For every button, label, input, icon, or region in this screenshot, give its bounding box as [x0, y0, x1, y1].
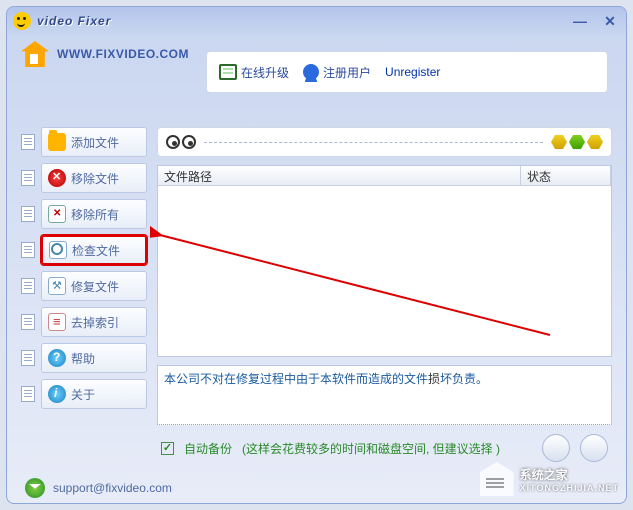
message-hot: 损	[428, 372, 440, 386]
message-prefix: 本公司不对在修复过程中由于本软件而造成的文件	[164, 372, 428, 386]
sidebar-item-label: 去掉索引	[71, 314, 119, 331]
remove-file-button[interactable]: 移除文件	[41, 163, 147, 193]
bottom-row: 自动备份 (这样会花费较多的时间和磁盘空间, 但建议选择 )	[157, 433, 612, 463]
home-icon	[21, 41, 49, 67]
index-icon	[48, 313, 66, 331]
sidebar-item-label: 添加文件	[71, 134, 119, 151]
remove-icon	[48, 169, 66, 187]
help-icon	[48, 349, 66, 367]
app-smiley-icon	[13, 12, 31, 30]
doc-icon	[21, 350, 35, 366]
user-icon	[303, 64, 319, 80]
sidebar-item-label: 移除文件	[71, 170, 119, 187]
col-status[interactable]: 状态	[521, 166, 611, 185]
about-button[interactable]: 关于	[41, 379, 147, 409]
title-bar: video Fixer — ✕	[7, 7, 626, 35]
window-title: video Fixer	[37, 14, 111, 28]
watermark-title: 系统之家	[520, 466, 619, 483]
doc-icon	[21, 242, 35, 258]
message-panel: 本公司不对在修复过程中由于本软件而造成的文件损坏负责。	[157, 365, 612, 425]
mail-icon	[25, 478, 45, 498]
round-button-1[interactable]	[542, 434, 570, 462]
upgrade-label: 在线升级	[241, 64, 289, 81]
fix-file-button[interactable]: 修复文件	[41, 271, 147, 301]
unregister-button[interactable]: Unregister	[385, 65, 440, 79]
auto-backup-label: 自动备份	[184, 440, 232, 457]
add-file-button[interactable]: 添加文件	[41, 127, 147, 157]
repair-icon	[48, 277, 66, 295]
sidebar-item-label: 检查文件	[72, 242, 120, 259]
main-panel: 文件路径 状态 本公司不对在修复过程中由于本软件而造成的文件损坏负责。 自动备份…	[157, 75, 612, 463]
remove-all-button[interactable]: 移除所有	[41, 199, 147, 229]
sidebar-item-label: 修复文件	[71, 278, 119, 295]
register-user-button[interactable]: 注册用户	[303, 64, 371, 81]
eyes-icon	[166, 135, 196, 149]
message-suffix: 坏负责。	[440, 372, 488, 386]
online-upgrade-button[interactable]: 在线升级	[219, 64, 289, 81]
help-button[interactable]: 帮助	[41, 343, 147, 373]
doc-icon	[21, 170, 35, 186]
minimize-button[interactable]: —	[570, 13, 590, 29]
support-email[interactable]: support@fixvideo.com	[53, 481, 172, 495]
check-file-button[interactable]: 检查文件	[41, 235, 147, 265]
col-filepath[interactable]: 文件路径	[158, 166, 521, 185]
doc-icon	[21, 206, 35, 222]
watermark: 系统之家 XITONGZHIJIA.NET	[480, 462, 619, 496]
sidebar-item-label: 关于	[71, 386, 95, 403]
watermark-sub: XITONGZHIJIA.NET	[520, 483, 619, 493]
doc-icon	[21, 278, 35, 294]
backup-hint: (这样会花费较多的时间和磁盘空间, 但建议选择 )	[242, 440, 500, 457]
sidebar-item-label: 帮助	[71, 350, 95, 367]
info-icon	[48, 385, 66, 403]
top-toolbar: 在线升级 注册用户 Unregister	[206, 51, 608, 93]
magnifier-icon	[49, 241, 67, 259]
sidebar-item-label: 移除所有	[71, 206, 119, 223]
close-button[interactable]: ✕	[600, 13, 620, 29]
doc-icon	[21, 134, 35, 150]
round-button-2[interactable]	[580, 434, 608, 462]
register-label: 注册用户	[323, 64, 371, 81]
unregister-label: Unregister	[385, 65, 440, 79]
status-bar	[157, 127, 612, 157]
doc-icon	[21, 386, 35, 402]
file-list[interactable]: 文件路径 状态	[157, 165, 612, 357]
app-window: video Fixer — ✕ WWW.FIXVIDEO.COM 在线升级 注册…	[6, 6, 627, 504]
remove-index-button[interactable]: 去掉索引	[41, 307, 147, 337]
website-url[interactable]: WWW.FIXVIDEO.COM	[57, 47, 189, 61]
folder-icon	[48, 133, 66, 151]
watermark-logo-icon	[480, 462, 514, 496]
sidebar: 添加文件 移除文件 移除所有	[21, 75, 147, 463]
auto-backup-checkbox[interactable]	[161, 442, 174, 455]
doc-icon	[21, 314, 35, 330]
hex-icons	[551, 135, 603, 149]
upgrade-icon	[219, 64, 237, 80]
remove-all-icon	[48, 205, 66, 223]
